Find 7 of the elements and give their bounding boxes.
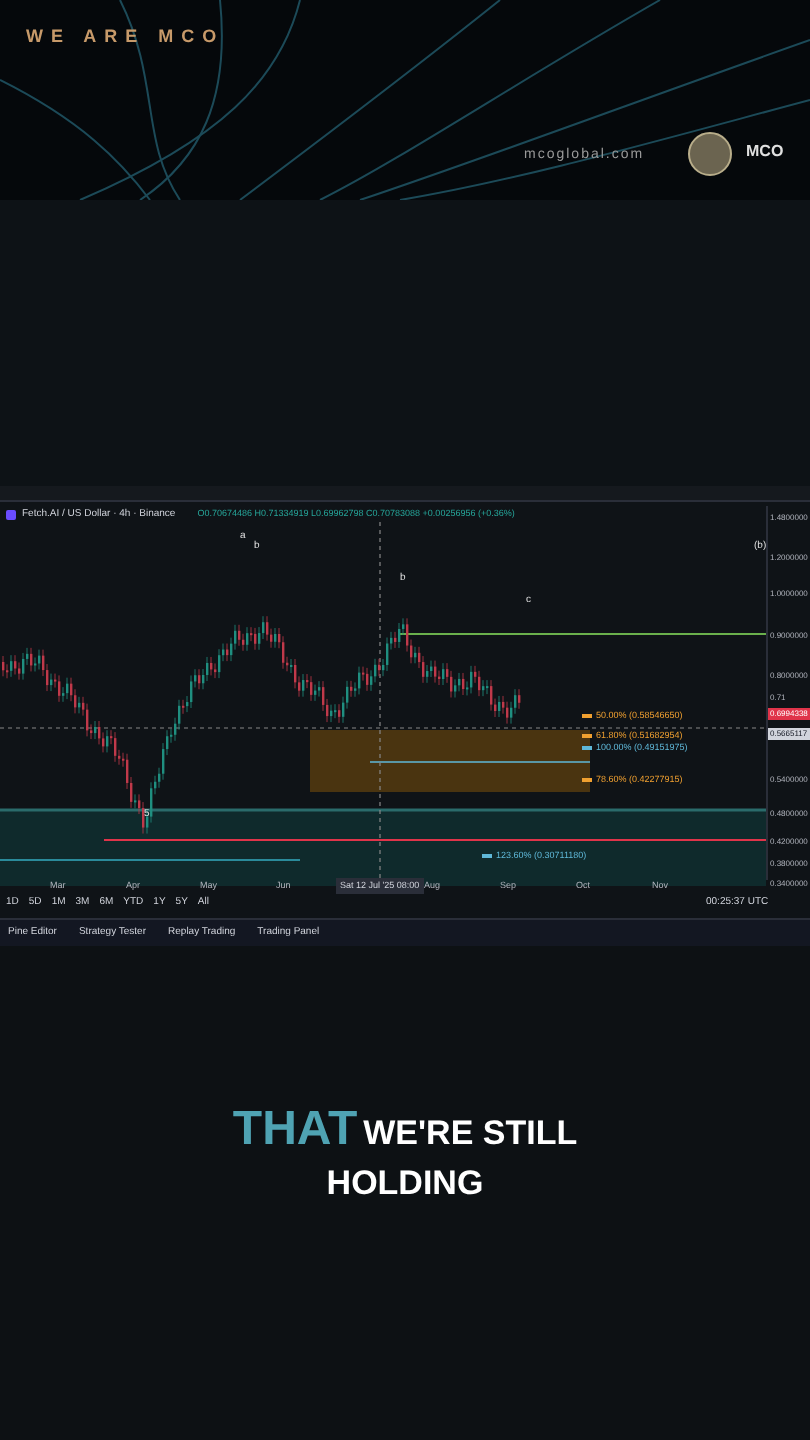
tagline: WE ARE MCO: [26, 24, 225, 50]
logo-emblem-icon: [688, 132, 732, 176]
caption-text: WE'RE STILL: [363, 1116, 578, 1150]
caption-text: HOLDING: [326, 1166, 484, 1200]
logo-text: MCO: [746, 140, 784, 164]
symbol-icon: [6, 510, 16, 521]
caption-highlight-text: THAT: [232, 1106, 358, 1154]
